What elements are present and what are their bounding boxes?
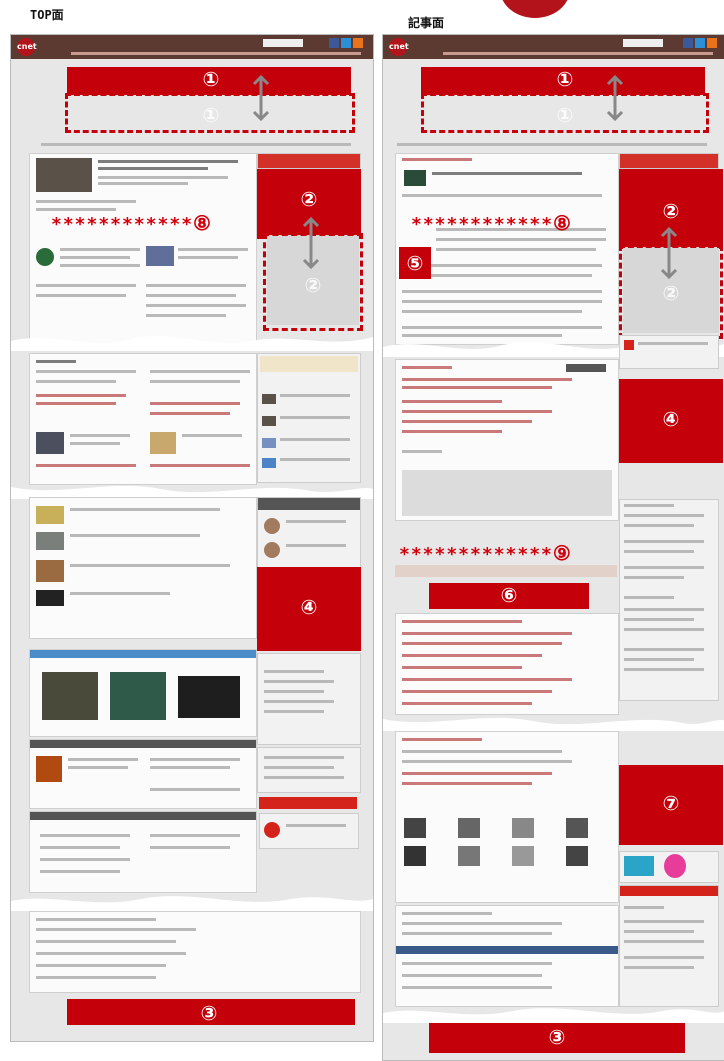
rss-icon bbox=[353, 38, 363, 48]
marker-2: ② bbox=[300, 187, 318, 211]
lead-image bbox=[36, 158, 92, 192]
sub-nav bbox=[397, 143, 707, 146]
marker-2-expanded: ② bbox=[304, 273, 322, 297]
expand-arrow-icon bbox=[606, 74, 624, 122]
section-divider bbox=[11, 896, 373, 911]
search-box bbox=[263, 39, 303, 47]
section-divider bbox=[11, 336, 373, 351]
ranking-section bbox=[29, 811, 257, 893]
social-widget bbox=[402, 470, 612, 516]
search-box bbox=[623, 39, 663, 47]
marker-4: ④ bbox=[662, 407, 680, 431]
twitter-icon bbox=[341, 38, 351, 48]
section-divider bbox=[383, 1008, 724, 1023]
marker-7: ⑦ bbox=[662, 791, 680, 815]
decorative-red-circle bbox=[500, 0, 570, 18]
section-divider bbox=[383, 717, 724, 731]
top-page-title: TOP面 bbox=[30, 8, 64, 22]
asterisk-marker-8: ************⑧ bbox=[411, 211, 572, 235]
asterisk-marker-9: *************⑨ bbox=[399, 541, 572, 565]
marker-4: ④ bbox=[300, 595, 318, 619]
news-section bbox=[29, 353, 257, 485]
section-divider bbox=[11, 485, 373, 499]
more-articles bbox=[395, 905, 619, 1007]
related-articles bbox=[395, 359, 619, 521]
marker-3: ③ bbox=[200, 1001, 218, 1025]
products-section bbox=[395, 731, 619, 903]
sidebar-links bbox=[619, 499, 719, 701]
site-header: cnet bbox=[383, 35, 724, 59]
marker-5: ⑤ bbox=[406, 251, 424, 275]
marker-1: ① bbox=[202, 67, 220, 91]
marker-3: ③ bbox=[548, 1025, 566, 1049]
gallery-section bbox=[29, 649, 257, 737]
expand-arrow-icon bbox=[252, 74, 270, 122]
sub-nav bbox=[41, 143, 351, 146]
sidebar-links bbox=[257, 653, 361, 745]
marker-1: ① bbox=[556, 67, 574, 91]
facebook-icon bbox=[683, 38, 693, 48]
asterisk-row: ************ bbox=[411, 214, 554, 235]
asterisk-row: ************* bbox=[399, 544, 553, 565]
article-page-mockup: cnet ① ① ************⑧ ⑤ ② ② ④ *********… bbox=[382, 34, 724, 1061]
feature-section bbox=[29, 739, 257, 809]
marker-1-expanded: ① bbox=[556, 103, 574, 127]
sidebar-module bbox=[257, 497, 361, 569]
sidebar-module bbox=[257, 353, 361, 483]
marker-9: ⑨ bbox=[552, 541, 572, 565]
marker-8: ⑧ bbox=[553, 211, 572, 235]
footer-links bbox=[29, 911, 361, 993]
marker-1-expanded: ① bbox=[202, 103, 220, 127]
marker-2-expanded: ② bbox=[662, 281, 680, 305]
asterisk-marker-8: ************⑧ bbox=[51, 211, 212, 235]
facebook-icon bbox=[329, 38, 339, 48]
article-icon bbox=[36, 248, 54, 266]
marker-6: ⑥ bbox=[500, 583, 518, 607]
twitter-icon bbox=[695, 38, 705, 48]
top-page-mockup: cnet ① ① ************⑧ ② ② ④ ③ bbox=[10, 34, 374, 1042]
rss-icon bbox=[707, 38, 717, 48]
site-logo: cnet bbox=[17, 38, 37, 56]
expand-arrow-icon bbox=[660, 226, 678, 280]
expand-arrow-icon bbox=[302, 216, 320, 270]
marker-2: ② bbox=[662, 199, 680, 223]
nav-bar bbox=[71, 52, 361, 55]
main-content bbox=[29, 153, 257, 345]
site-header: cnet bbox=[11, 35, 373, 59]
blog-section bbox=[29, 497, 257, 639]
site-logo: cnet bbox=[389, 38, 409, 56]
article-page-title: 記事面 bbox=[408, 16, 445, 30]
news-list bbox=[395, 613, 619, 715]
nav-bar bbox=[443, 52, 713, 55]
asterisk-row: ************ bbox=[51, 214, 194, 235]
marker-8: ⑧ bbox=[193, 211, 212, 235]
